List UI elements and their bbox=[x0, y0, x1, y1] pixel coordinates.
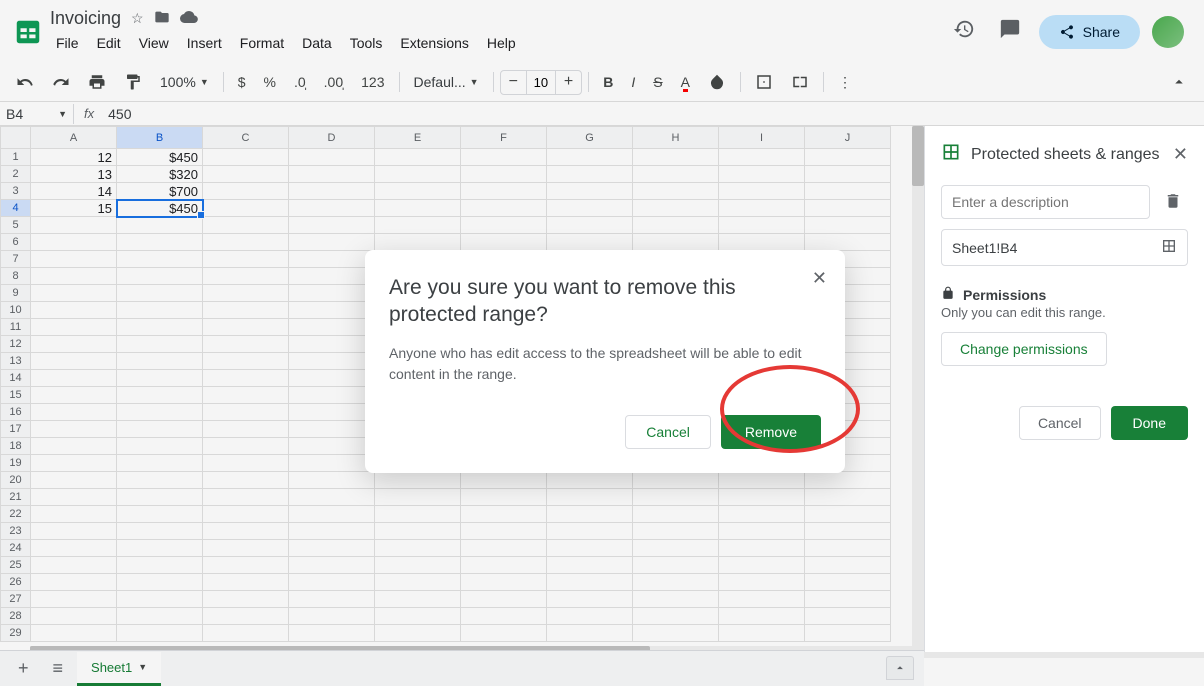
modal-body: Anyone who has edit access to the spread… bbox=[389, 343, 821, 385]
modal-cancel-button[interactable]: Cancel bbox=[625, 415, 711, 449]
modal-remove-button[interactable]: Remove bbox=[721, 415, 821, 449]
confirm-remove-modal: ✕ Are you sure you want to remove this p… bbox=[365, 250, 845, 473]
close-icon[interactable]: ✕ bbox=[812, 268, 827, 289]
modal-title: Are you sure you want to remove this pro… bbox=[389, 274, 821, 329]
